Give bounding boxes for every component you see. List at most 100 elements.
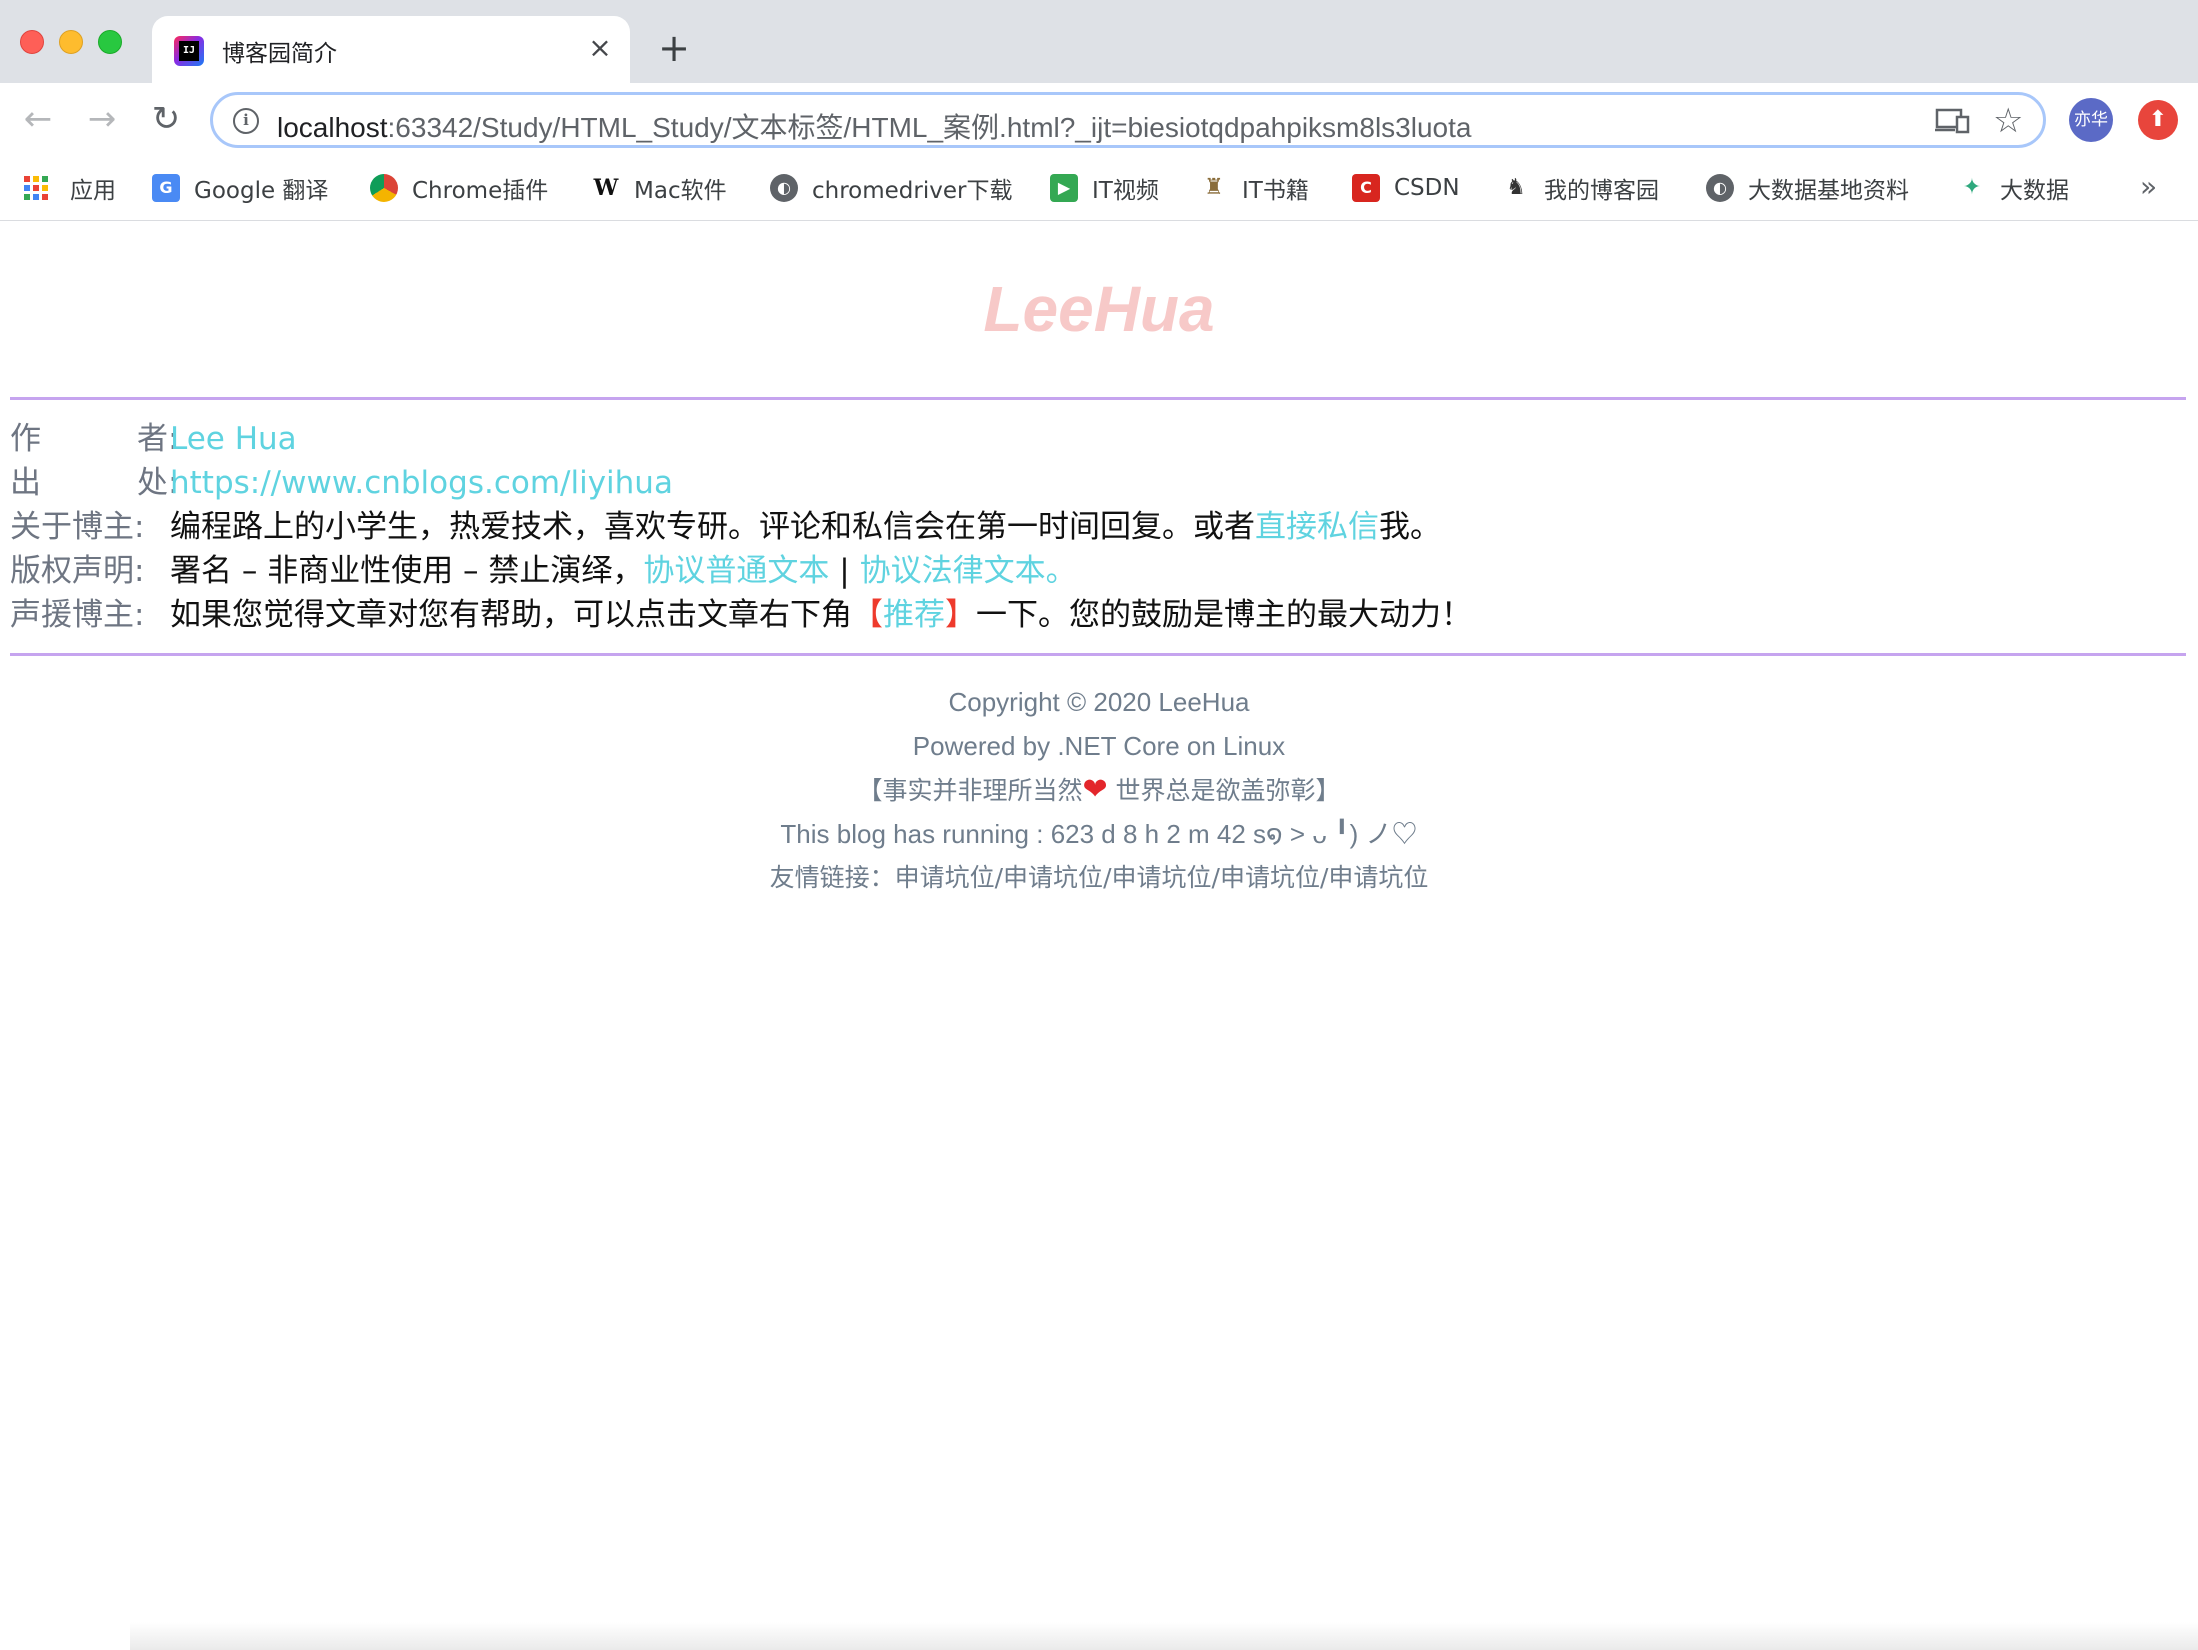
csdn-icon: C (1352, 174, 1380, 202)
footer-powered: Powered by .NET Core on Linux (912, 731, 1286, 761)
chrome-icon (370, 174, 398, 202)
support-row: 声援博主: 如果您觉得文章对您有帮助，可以点击文章右下角【推荐】一下。您的鼓励是博… (10, 593, 2180, 637)
tab-close-icon[interactable]: × (582, 30, 618, 66)
heart-icon: ❤ (1082, 772, 1108, 807)
url-text[interactable]: localhost:63342/Study/HTML_Study/文本标签/HT… (277, 106, 1471, 146)
source-label-char: 出 (10, 465, 41, 501)
globe-icon: ◐ (1706, 174, 1734, 202)
footer-copyright: Copyright © 2020 LeeHua (948, 687, 1250, 717)
bookmark-label: Chrome插件 (412, 178, 549, 204)
bookmark-label: 我的博客园 (1544, 178, 1659, 204)
bookmark-label: chromedriver下载 (812, 178, 1013, 204)
friends-label: 友情链接： (769, 863, 895, 892)
bigdata-icon: ✦ (1958, 174, 1986, 202)
license-separator: | (829, 553, 860, 589)
bookmark-label: Google 翻译 (194, 178, 329, 204)
license-legal-link[interactable]: 协议法律文本。 (860, 553, 1077, 589)
cnblogs-icon: ♞ (1502, 174, 1530, 202)
bookmark-star-icon[interactable]: ☆ (1993, 101, 2023, 141)
page-content: LeeHua 作者:Lee Hua 出处:https://www.cnblogs… (0, 222, 2198, 1650)
site-title: LeeHua (983, 273, 1215, 345)
mac-software-icon: W (592, 174, 620, 202)
friend-link[interactable]: 申请坑位 (1112, 863, 1212, 892)
new-tab-button[interactable]: + (652, 26, 696, 70)
divider-top (10, 397, 2186, 400)
bookmark-chromedriver[interactable]: ◐ chromedriver下载 (770, 170, 1012, 206)
bookmark-label: IT视频 (1092, 178, 1159, 204)
active-tab[interactable]: 博客园简介 × (152, 16, 630, 83)
bookmark-google-translate[interactable]: G Google 翻译 (152, 170, 328, 206)
friend-sep: / (1103, 863, 1112, 892)
bottom-edge-shadow (130, 1622, 2198, 1650)
footer-friend-links: 友情链接：申请坑位/申请坑位/申请坑位/申请坑位/申请坑位 (0, 856, 2198, 900)
tab-title: 博客园简介 (222, 41, 337, 67)
maximize-window-button[interactable] (98, 30, 122, 54)
bookmarks-more-icon[interactable]: » (2140, 170, 2157, 203)
google-translate-icon: G (152, 174, 180, 202)
bracket-open: 【 (852, 597, 883, 633)
bookmark-label: IT书籍 (1242, 178, 1309, 204)
bookmark-label: 应用 (70, 178, 116, 204)
copyright-text: 署名 – 非商业性使用 – 禁止演绎， (170, 553, 644, 589)
author-label-char: 作 (10, 421, 41, 457)
address-bar[interactable]: i localhost:63342/Study/HTML_Study/文本标签/… (210, 92, 2046, 148)
about-text: 编程路上的小学生，热爱技术，喜欢专研。评论和私信会在第一时间回复。或者 (170, 509, 1255, 545)
bookmark-bigdata[interactable]: ✦ 大数据 (1958, 170, 2069, 206)
it-books-icon: ♜ (1200, 174, 1228, 202)
footer-motto: 【事实并非理所当然❤ 世界总是欲盖弥彰】 (0, 768, 2198, 812)
extension-update-icon[interactable]: ⬆ (2138, 100, 2178, 140)
url-host: localhost (277, 112, 388, 143)
profile-avatar[interactable]: 亦华 (2069, 98, 2113, 142)
license-plain-link[interactable]: 协议普通文本 (643, 553, 829, 589)
bookmark-chrome-plugins[interactable]: Chrome插件 (370, 170, 548, 206)
about-tail: 我。 (1379, 509, 1441, 545)
tab-strip: 博客园简介 × + (0, 0, 2198, 83)
friend-link[interactable]: 申请坑位 (1328, 863, 1428, 892)
recommend-link[interactable]: 推荐 (883, 597, 945, 633)
browser-toolbar: ← → ↻ i localhost:63342/Study/HTML_Study… (0, 83, 2198, 156)
intellij-favicon-icon (174, 36, 204, 66)
blog-info-block: 作者:Lee Hua 出处:https://www.cnblogs.com/li… (10, 417, 2180, 637)
copyright-row: 版权声明: 署名 – 非商业性使用 – 禁止演绎，协议普通文本 | 协议法律文本。 (10, 549, 2180, 593)
friend-link[interactable]: 申请坑位 (1003, 863, 1103, 892)
friend-sep: / (1211, 863, 1220, 892)
bookmark-it-books[interactable]: ♜ IT书籍 (1200, 170, 1309, 206)
apps-grid-icon (24, 176, 48, 200)
support-text: 如果您觉得文章对您有帮助，可以点击文章右下角 (170, 597, 852, 633)
bookmark-apps[interactable]: 应用 (24, 170, 116, 206)
minimize-window-button[interactable] (59, 30, 83, 54)
bookmark-my-cnblogs[interactable]: ♞ 我的博客园 (1502, 170, 1659, 206)
it-video-icon: ▶ (1050, 174, 1078, 202)
friend-link[interactable]: 申请坑位 (895, 863, 995, 892)
install-app-icon[interactable] (1935, 107, 1971, 135)
author-row: 作者:Lee Hua (10, 417, 2180, 461)
bookmark-csdn[interactable]: C CSDN (1352, 170, 1460, 206)
bookmarks-bar: 应用 G Google 翻译 Chrome插件 W Mac软件 ◐ chrome… (0, 156, 2198, 221)
globe-icon: ◐ (770, 174, 798, 202)
author-label: 作者: (10, 417, 178, 461)
direct-message-link[interactable]: 直接私信 (1255, 509, 1379, 545)
forward-arrow-icon[interactable]: → (80, 97, 124, 141)
motto-left: 【事实并非理所当然 (857, 776, 1083, 805)
source-link[interactable]: https://www.cnblogs.com/liyihua (170, 465, 673, 501)
author-link[interactable]: Lee Hua (170, 421, 297, 457)
footer: Copyright © 2020 LeeHua Powered by .NET … (0, 680, 2198, 900)
bookmark-label: 大数据基地资料 (1748, 178, 1909, 204)
reload-icon[interactable]: ↻ (144, 97, 188, 141)
about-row: 关于博主: 编程路上的小学生，热爱技术，喜欢专研。评论和私信会在第一时间回复。或者… (10, 505, 2180, 549)
bookmark-it-video[interactable]: ▶ IT视频 (1050, 170, 1159, 206)
support-label: 声援博主: (10, 597, 145, 633)
about-label: 关于博主: (10, 509, 145, 545)
bracket-close: 】 (945, 597, 976, 633)
friend-link[interactable]: 申请坑位 (1220, 863, 1320, 892)
site-info-icon[interactable]: i (233, 108, 259, 134)
copyright-label: 版权声明: (10, 553, 145, 589)
bookmark-mac-software[interactable]: W Mac软件 (592, 170, 727, 206)
motto-right: 世界总是欲盖弥彰】 (1107, 776, 1341, 805)
bookmark-label: 大数据 (2000, 178, 2069, 204)
close-window-button[interactable] (20, 30, 44, 54)
divider-bottom (10, 653, 2186, 656)
bookmark-bigdata-base[interactable]: ◐ 大数据基地资料 (1706, 170, 1909, 206)
source-row: 出处:https://www.cnblogs.com/liyihua (10, 461, 2180, 505)
back-arrow-icon[interactable]: ← (16, 97, 60, 141)
